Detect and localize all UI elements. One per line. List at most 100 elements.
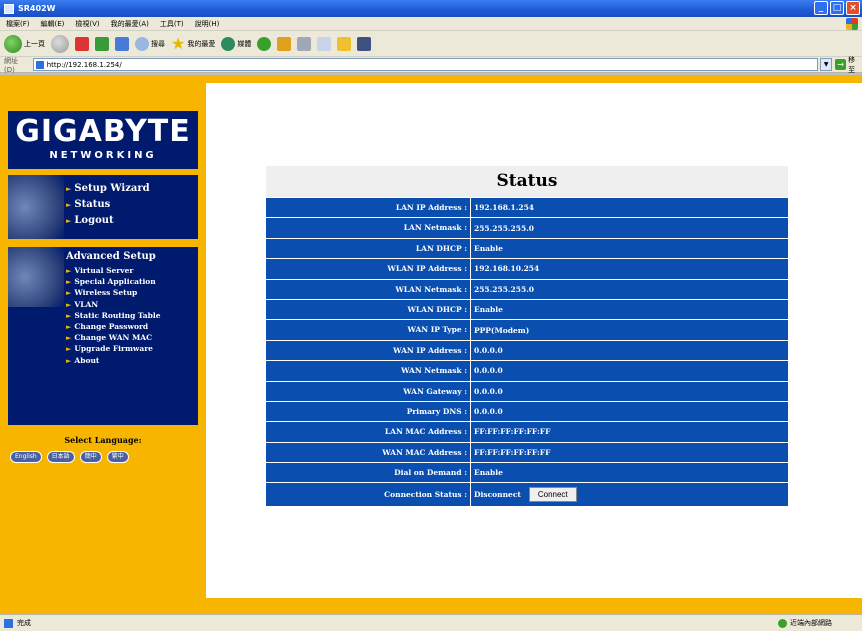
menu-bar: 檔案(F) 編輯(E) 檢視(V) 我的最愛(A) 工具(T) 說明(H): [0, 17, 862, 31]
forward-button[interactable]: [51, 34, 69, 53]
advanced-nav-links: ► Virtual Server ► Special Application ► Wi…: [66, 265, 161, 366]
row-value: 0.0.0.0: [474, 345, 503, 355]
nav-static-routing-table[interactable]: ► Static Routing Table: [66, 310, 161, 321]
page-content: GIGABYTE NETWORKING ► Setup Wizard ► Statu…: [0, 73, 862, 616]
status-bar: 完成 近端內部網路: [0, 614, 862, 631]
search-label: 搜尋: [151, 39, 165, 48]
menu-help[interactable]: 說明(H): [195, 19, 220, 29]
nav-special-application[interactable]: ► Special Application: [66, 276, 161, 287]
nav-logout[interactable]: ► Logout: [66, 213, 150, 229]
table-row: Dial on Demand : Enable: [266, 462, 788, 483]
intranet-zone-icon: [778, 618, 787, 628]
mail-icon[interactable]: [277, 36, 292, 51]
go-arrow-icon: →: [835, 59, 847, 70]
address-input[interactable]: http://192.168.1.254/: [32, 58, 819, 71]
address-dropdown-icon[interactable]: ▼: [820, 58, 833, 71]
history-icon[interactable]: [257, 36, 272, 51]
connection-status-label: Connection Status :: [266, 483, 471, 507]
row-value: 192.168.10.254: [474, 264, 540, 274]
arrow-icon: ►: [66, 333, 72, 343]
messenger-icon[interactable]: [357, 36, 372, 51]
status-title: Status: [266, 166, 788, 197]
minimize-button[interactable]: _: [814, 1, 828, 15]
menu-file[interactable]: 檔案(F): [6, 19, 30, 29]
connection-status-value: Disconnect: [474, 490, 521, 500]
menu-tools[interactable]: 工具(T): [160, 19, 184, 29]
back-label: 上一頁: [24, 39, 45, 48]
back-arrow-icon: [4, 34, 22, 53]
row-label: WAN MAC Address :: [266, 442, 471, 463]
zone-label: 近端內部網路: [790, 619, 832, 627]
arrow-icon: ►: [66, 288, 72, 298]
nav-status[interactable]: ► Status: [66, 197, 150, 213]
folder-icon[interactable]: [337, 36, 352, 51]
row-label: LAN Netmask :: [266, 218, 471, 238]
lang-simplified-chinese-button[interactable]: 簡中: [79, 451, 102, 463]
media-label: 媒體: [237, 39, 252, 48]
nav-virtual-server[interactable]: ► Virtual Server: [66, 265, 161, 276]
back-button[interactable]: 上一頁: [4, 34, 45, 53]
maximize-button[interactable]: □: [830, 1, 844, 15]
refresh-icon[interactable]: [95, 36, 109, 51]
row-label: WAN IP Type :: [266, 320, 471, 340]
menu-favorites[interactable]: 我的最愛(A): [111, 19, 149, 29]
table-row: WAN Gateway :0.0.0.0: [266, 380, 788, 401]
sidebar: GIGABYTE NETWORKING ► Setup Wizard ► Statu…: [0, 75, 206, 616]
lang-traditional-chinese-button[interactable]: 繁中: [106, 451, 129, 463]
nav-setup-wizard[interactable]: ► Setup Wizard: [66, 181, 150, 197]
brand-name: GIGABYTE: [15, 114, 191, 149]
title-bar: SR402W _ □ ×: [0, 0, 862, 17]
table-row: WLAN Netmask :255.255.255.0: [266, 278, 788, 299]
page-done-icon: [4, 618, 13, 628]
row-label: Dial on Demand :: [266, 463, 471, 483]
arrow-icon: ►: [66, 184, 72, 193]
nav-label: Upgrade Firmware: [74, 344, 153, 354]
row-value: 255.255.255.0: [474, 284, 535, 294]
media-icon: [221, 36, 236, 51]
row-label: WLAN DHCP :: [266, 299, 471, 320]
select-language-label: Select Language:: [64, 435, 142, 445]
arrow-icon: ►: [66, 322, 72, 332]
edit-icon[interactable]: [317, 36, 332, 51]
search-button[interactable]: 搜尋: [135, 36, 165, 51]
basic-nav: ► Setup Wizard ► Status ► Logout: [8, 175, 198, 239]
connect-button[interactable]: Connect: [528, 487, 577, 503]
lang-english-button[interactable]: English: [10, 451, 42, 463]
table-row: LAN MAC Address : FF:FF:FF:FF:FF:FF: [266, 421, 788, 442]
page-icon: [35, 60, 44, 69]
nav-vlan[interactable]: ► VLAN: [66, 299, 161, 310]
lang-japanese-button[interactable]: 日本語: [46, 451, 75, 463]
search-icon: [135, 36, 149, 51]
arrow-icon: ►: [66, 200, 72, 209]
favorites-button[interactable]: ★ 我的最愛: [171, 34, 215, 53]
go-button[interactable]: → 移至: [835, 55, 862, 75]
nav-change-password[interactable]: ► Change Password: [66, 321, 161, 332]
nav-upgrade-firmware[interactable]: ► Upgrade Firmware: [66, 343, 161, 354]
row-value: 0.0.0.0: [474, 407, 503, 417]
table-row: LAN Netmask :255.255.255.0: [266, 217, 788, 238]
home-icon[interactable]: [115, 36, 129, 51]
print-icon[interactable]: [297, 36, 312, 51]
basic-nav-links: ► Setup Wizard ► Status ► Logout: [66, 181, 150, 229]
menu-view[interactable]: 檢視(V): [75, 19, 99, 29]
nav-label: Setup Wizard: [74, 183, 150, 194]
globe-image: [8, 175, 64, 239]
nav-wireless-setup[interactable]: ► Wireless Setup: [66, 287, 161, 298]
row-value: Enable: [474, 243, 503, 253]
nav-change-wan-mac[interactable]: ► Change WAN MAC: [66, 332, 161, 343]
advanced-setup-heading: Advanced Setup: [66, 251, 156, 262]
status-table: Status LAN IP Address :192.168.1.254 LAN…: [266, 166, 788, 507]
table-row: WAN IP Address :0.0.0.0: [266, 339, 788, 361]
nav-about[interactable]: ► About: [66, 355, 161, 366]
row-label: WAN IP Address :: [266, 340, 471, 361]
table-row: WAN MAC Address : FF:FF:FF:FF:FF:FF: [266, 441, 788, 463]
media-button[interactable]: 媒體: [221, 36, 252, 51]
nav-label: Wireless Setup: [74, 288, 138, 298]
stop-icon[interactable]: [75, 36, 89, 51]
close-button[interactable]: ×: [846, 1, 860, 15]
arrow-icon: ►: [66, 216, 72, 225]
row-value: FF:FF:FF:FF:FF:FF: [474, 447, 551, 457]
row-label: WAN Gateway :: [266, 381, 471, 401]
menu-edit[interactable]: 編輯(E): [41, 19, 65, 29]
arrow-icon: ►: [66, 266, 72, 275]
